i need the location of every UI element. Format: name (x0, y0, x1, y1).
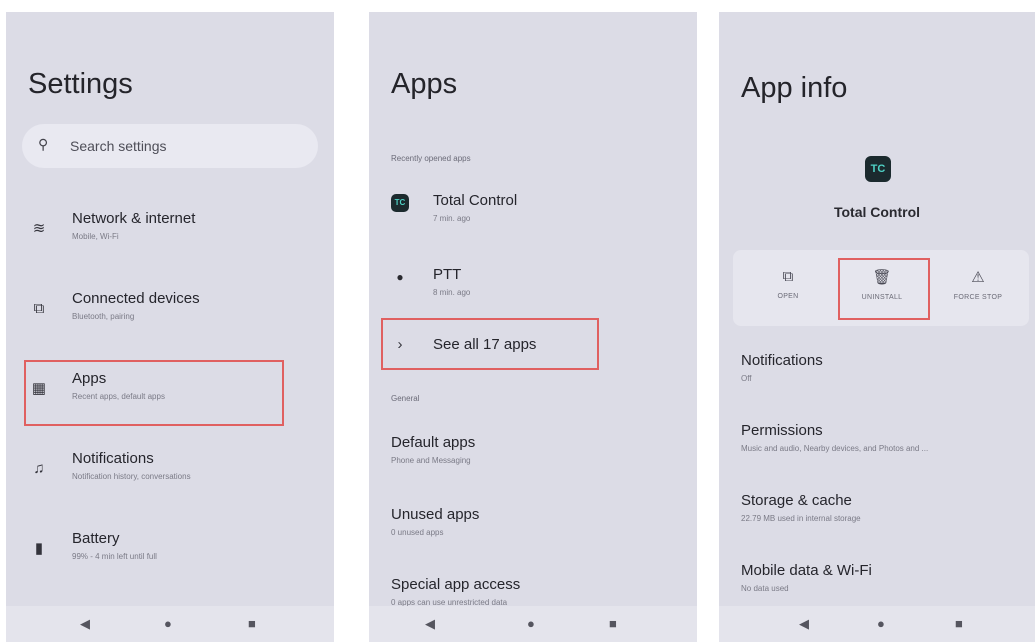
item-label: Storage & cache (741, 492, 852, 509)
home-icon[interactable]: ● (164, 616, 172, 631)
ptt-icon: ● (396, 270, 404, 284)
action-label: FORCE STOP (953, 294, 1003, 301)
item-subtitle: Bluetooth, pairing (72, 312, 135, 321)
search-placeholder: Search settings (70, 138, 167, 154)
unused-apps-item[interactable]: Unused apps 0 unused apps (369, 506, 697, 564)
recents-icon[interactable]: ■ (955, 616, 963, 631)
search-input[interactable]: ⚲ Search settings (22, 124, 318, 168)
item-label: Special app access (391, 576, 521, 593)
warning-icon: ⚠ (971, 269, 985, 286)
default-apps-item[interactable]: Default apps Phone and Messaging (369, 434, 697, 492)
home-icon[interactable]: ● (877, 616, 885, 631)
item-subtitle: No data used (741, 584, 789, 593)
back-icon[interactable]: ◀ (80, 616, 90, 632)
item-label: Connected devices (72, 290, 200, 307)
item-label: Notifications (72, 450, 154, 467)
open-icon: ⧉ (782, 268, 794, 285)
storage-cache-item[interactable]: Storage & cache 22.79 MB used in interna… (719, 492, 1035, 550)
back-icon[interactable]: ◀ (799, 616, 809, 632)
item-label: Permissions (741, 422, 823, 439)
item-label: Default apps (391, 434, 476, 451)
recents-icon[interactable]: ■ (248, 616, 256, 631)
action-label: OPEN (777, 293, 799, 300)
item-label: Unused apps (391, 506, 480, 523)
item-subtitle: 0 unused apps (391, 528, 444, 537)
settings-item-battery[interactable]: ▮ Battery 99% - 4 min left until full (6, 530, 334, 588)
app-label: Total Control (433, 192, 518, 209)
item-subtitle: 22.79 MB used in internal storage (741, 514, 861, 523)
item-label: Notifications (741, 352, 823, 369)
item-label: Mobile data & Wi-Fi (741, 562, 872, 579)
notifications-item[interactable]: Notifications Off (719, 352, 1035, 410)
app-label: PTT (433, 266, 462, 283)
wifi-icon: ≋ (32, 220, 46, 237)
highlight-box (838, 258, 930, 320)
devices-icon: ⧉ (33, 300, 45, 317)
page-title: Apps (391, 68, 458, 100)
item-label: Network & internet (72, 210, 196, 227)
force-stop-button[interactable]: ⚠ FORCE STOP (933, 250, 1023, 326)
app-subtitle: 8 min. ago (433, 288, 471, 297)
nav-bar: ◀ ● ■ (6, 606, 334, 642)
settings-item-connected-devices[interactable]: ⧉ Connected devices Bluetooth, pairing (6, 290, 334, 348)
settings-item-notifications[interactable]: ♫ Notifications Notification history, co… (6, 450, 334, 508)
app-name: Total Control (833, 204, 921, 220)
nav-bar: ◀ ● ■ (719, 606, 1035, 642)
settings-screen: Settings ⚲ Search settings ≋ Network & i… (6, 12, 334, 642)
back-icon[interactable]: ◀ (425, 616, 435, 632)
bell-icon: ♫ (33, 460, 45, 477)
total-control-icon: TC (865, 156, 891, 182)
apps-screen: Apps Recently opened apps TC Total Contr… (369, 12, 697, 642)
item-subtitle: Music and audio, Nearby devices, and Pho… (741, 444, 929, 453)
search-icon: ⚲ (38, 136, 49, 152)
recent-app-ptt[interactable]: ● PTT 8 min. ago (369, 266, 697, 324)
nav-bar: ◀ ● ■ (369, 606, 697, 642)
section-header-general: General (391, 394, 420, 403)
item-label: Battery (72, 530, 120, 547)
total-control-icon: TC (391, 194, 409, 212)
open-button[interactable]: ⧉ OPEN (743, 250, 833, 326)
highlight-box (24, 360, 284, 426)
section-header-recent: Recently opened apps (391, 154, 471, 163)
battery-icon: ▮ (34, 540, 44, 557)
item-subtitle: Mobile, Wi-Fi (72, 232, 119, 241)
item-subtitle: Off (741, 374, 752, 383)
settings-item-network[interactable]: ≋ Network & internet Mobile, Wi-Fi (6, 210, 334, 268)
highlight-box (381, 318, 599, 370)
permissions-item[interactable]: Permissions Music and audio, Nearby devi… (719, 422, 1035, 480)
item-subtitle: Phone and Messaging (391, 456, 471, 465)
page-title: App info (741, 72, 848, 104)
app-subtitle: 7 min. ago (433, 214, 471, 223)
app-info-screen: App info TC Total Control ⧉ OPEN 🗑 UNINS… (719, 12, 1035, 642)
recents-icon[interactable]: ■ (609, 616, 617, 631)
home-icon[interactable]: ● (527, 616, 535, 631)
recent-app-total-control[interactable]: TC Total Control 7 min. ago (369, 192, 697, 250)
page-title: Settings (28, 68, 133, 100)
item-subtitle: 99% - 4 min left until full (72, 552, 157, 561)
item-subtitle: Notification history, conversations (72, 472, 191, 481)
